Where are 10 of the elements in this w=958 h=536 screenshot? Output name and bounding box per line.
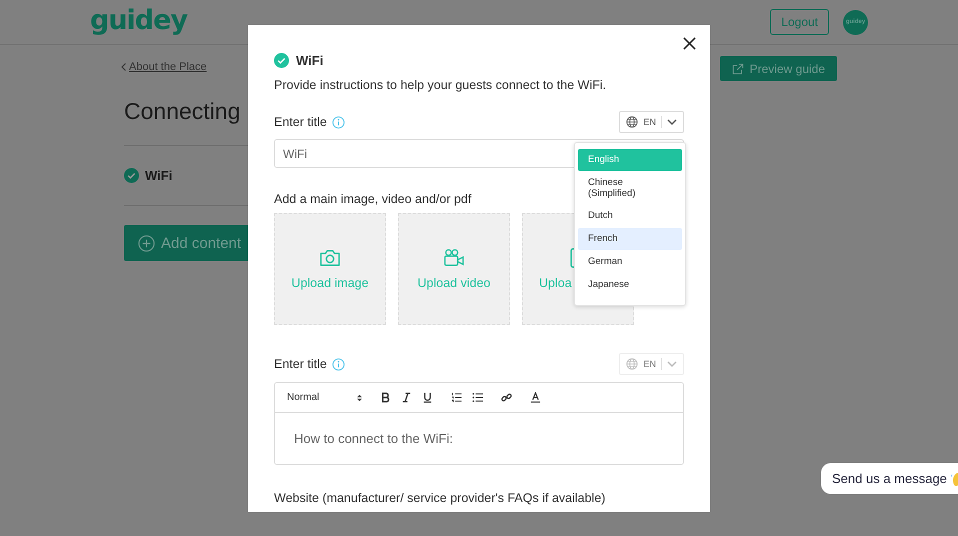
upload-label: Upload image <box>291 276 369 290</box>
field-label: Enter title <box>274 357 327 371</box>
modal-title: WiFi <box>296 53 324 68</box>
description: Provide instructions to help your guests connect to the WiFi. <box>274 78 608 92</box>
upload-label: Uploa <box>539 276 572 290</box>
field-label: Website (manufacturer/ service provider's FAQs if available) <box>274 491 606 505</box>
field-label: Enter title <box>274 115 327 129</box>
item-label: WiFi <box>145 168 172 183</box>
media-label: Add a main image, video and/or pdf <box>274 192 472 206</box>
upload-label: Upload video <box>418 276 490 290</box>
